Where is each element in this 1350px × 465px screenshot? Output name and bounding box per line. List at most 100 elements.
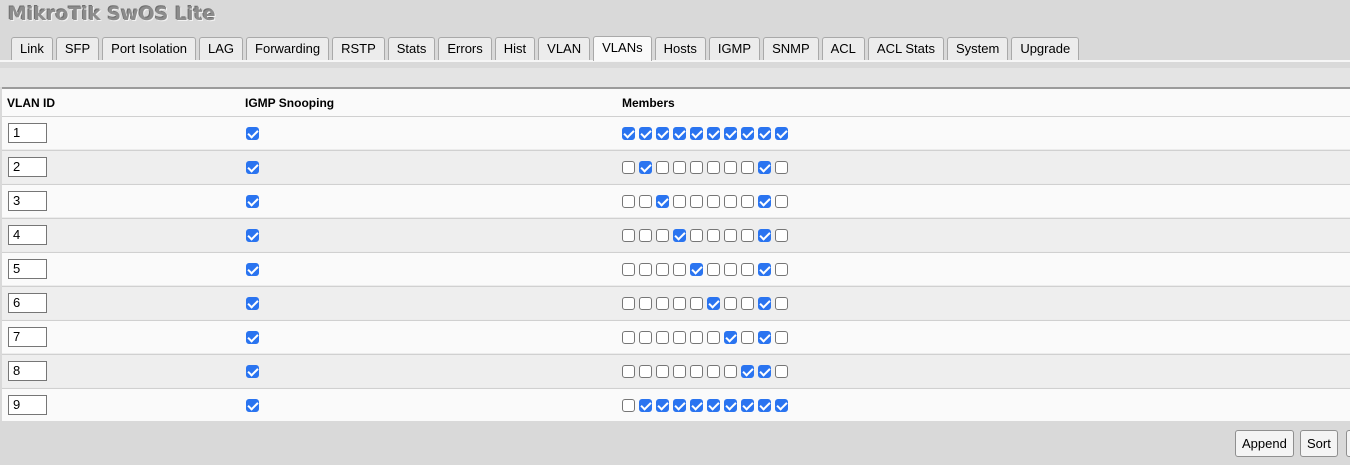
member-port-3-checkbox[interactable] bbox=[656, 263, 669, 276]
tab-upgrade[interactable]: Upgrade bbox=[1011, 37, 1080, 60]
member-port-7-checkbox[interactable] bbox=[724, 399, 737, 412]
member-port-1-checkbox[interactable] bbox=[622, 297, 635, 310]
igmp-snooping-checkbox[interactable] bbox=[246, 297, 259, 310]
member-port-4-checkbox[interactable] bbox=[673, 229, 686, 242]
member-port-4-checkbox[interactable] bbox=[673, 263, 686, 276]
tab-errors[interactable]: Errors bbox=[438, 37, 492, 60]
tab-link[interactable]: Link bbox=[11, 37, 53, 60]
vlan-id-input[interactable]: 2 bbox=[8, 157, 47, 177]
member-port-7-checkbox[interactable] bbox=[724, 161, 737, 174]
member-port-1-checkbox[interactable] bbox=[622, 399, 635, 412]
member-port-4-checkbox[interactable] bbox=[673, 297, 686, 310]
member-port-4-checkbox[interactable] bbox=[673, 127, 686, 140]
member-port-2-checkbox[interactable] bbox=[639, 399, 652, 412]
igmp-snooping-checkbox[interactable] bbox=[246, 365, 259, 378]
member-port-9-checkbox[interactable] bbox=[758, 297, 771, 310]
member-port-6-checkbox[interactable] bbox=[707, 399, 720, 412]
member-port-5-checkbox[interactable] bbox=[690, 195, 703, 208]
member-port-10-checkbox[interactable] bbox=[775, 161, 788, 174]
member-port-5-checkbox[interactable] bbox=[690, 127, 703, 140]
vlan-id-input[interactable]: 9 bbox=[8, 395, 47, 415]
member-port-3-checkbox[interactable] bbox=[656, 399, 669, 412]
tab-acl[interactable]: ACL bbox=[821, 37, 865, 60]
member-port-4-checkbox[interactable] bbox=[673, 195, 686, 208]
member-port-8-checkbox[interactable] bbox=[741, 399, 754, 412]
member-port-8-checkbox[interactable] bbox=[741, 127, 754, 140]
member-port-7-checkbox[interactable] bbox=[724, 127, 737, 140]
member-port-9-checkbox[interactable] bbox=[758, 161, 771, 174]
member-port-8-checkbox[interactable] bbox=[741, 263, 754, 276]
igmp-snooping-checkbox[interactable] bbox=[246, 229, 259, 242]
vlan-id-input[interactable]: 3 bbox=[8, 191, 47, 211]
vlan-id-input[interactable]: 4 bbox=[8, 225, 47, 245]
member-port-8-checkbox[interactable] bbox=[741, 297, 754, 310]
member-port-10-checkbox[interactable] bbox=[775, 297, 788, 310]
member-port-3-checkbox[interactable] bbox=[656, 297, 669, 310]
tab-system[interactable]: System bbox=[946, 37, 1009, 60]
igmp-snooping-checkbox[interactable] bbox=[246, 331, 259, 344]
member-port-10-checkbox[interactable] bbox=[775, 127, 788, 140]
member-port-2-checkbox[interactable] bbox=[639, 365, 652, 378]
tab-forwarding[interactable]: Forwarding bbox=[246, 37, 330, 60]
member-port-6-checkbox[interactable] bbox=[707, 229, 720, 242]
member-port-4-checkbox[interactable] bbox=[673, 331, 686, 344]
member-port-9-checkbox[interactable] bbox=[758, 127, 771, 140]
member-port-4-checkbox[interactable] bbox=[673, 399, 686, 412]
member-port-9-checkbox[interactable] bbox=[758, 365, 771, 378]
tab-port-isolation[interactable]: Port Isolation bbox=[102, 37, 197, 60]
member-port-2-checkbox[interactable] bbox=[639, 161, 652, 174]
member-port-9-checkbox[interactable] bbox=[758, 229, 771, 242]
tab-snmp[interactable]: SNMP bbox=[763, 37, 819, 60]
partial-button[interactable] bbox=[1346, 430, 1350, 457]
member-port-5-checkbox[interactable] bbox=[690, 331, 703, 344]
member-port-6-checkbox[interactable] bbox=[707, 263, 720, 276]
member-port-6-checkbox[interactable] bbox=[707, 297, 720, 310]
tab-hist[interactable]: Hist bbox=[494, 37, 536, 60]
tab-rstp[interactable]: RSTP bbox=[332, 37, 385, 60]
igmp-snooping-checkbox[interactable] bbox=[246, 399, 259, 412]
tab-igmp[interactable]: IGMP bbox=[708, 37, 761, 60]
member-port-7-checkbox[interactable] bbox=[724, 263, 737, 276]
member-port-2-checkbox[interactable] bbox=[639, 127, 652, 140]
member-port-3-checkbox[interactable] bbox=[656, 365, 669, 378]
member-port-2-checkbox[interactable] bbox=[639, 195, 652, 208]
member-port-1-checkbox[interactable] bbox=[622, 161, 635, 174]
vlan-id-input[interactable]: 1 bbox=[8, 123, 47, 143]
member-port-5-checkbox[interactable] bbox=[690, 365, 703, 378]
member-port-10-checkbox[interactable] bbox=[775, 399, 788, 412]
member-port-8-checkbox[interactable] bbox=[741, 195, 754, 208]
member-port-3-checkbox[interactable] bbox=[656, 195, 669, 208]
member-port-3-checkbox[interactable] bbox=[656, 331, 669, 344]
tab-vlan[interactable]: VLAN bbox=[538, 37, 591, 60]
member-port-8-checkbox[interactable] bbox=[741, 365, 754, 378]
igmp-snooping-checkbox[interactable] bbox=[246, 127, 259, 140]
vlan-id-input[interactable]: 6 bbox=[8, 293, 47, 313]
member-port-3-checkbox[interactable] bbox=[656, 229, 669, 242]
member-port-10-checkbox[interactable] bbox=[775, 331, 788, 344]
member-port-8-checkbox[interactable] bbox=[741, 331, 754, 344]
member-port-2-checkbox[interactable] bbox=[639, 229, 652, 242]
member-port-5-checkbox[interactable] bbox=[690, 297, 703, 310]
member-port-7-checkbox[interactable] bbox=[724, 365, 737, 378]
member-port-6-checkbox[interactable] bbox=[707, 195, 720, 208]
tab-hosts[interactable]: Hosts bbox=[654, 37, 706, 60]
member-port-9-checkbox[interactable] bbox=[758, 195, 771, 208]
member-port-7-checkbox[interactable] bbox=[724, 195, 737, 208]
member-port-6-checkbox[interactable] bbox=[707, 127, 720, 140]
member-port-1-checkbox[interactable] bbox=[622, 195, 635, 208]
member-port-1-checkbox[interactable] bbox=[622, 263, 635, 276]
member-port-10-checkbox[interactable] bbox=[775, 229, 788, 242]
tab-vlans[interactable]: VLANs bbox=[593, 36, 652, 61]
sort-button[interactable]: Sort bbox=[1300, 430, 1338, 457]
member-port-7-checkbox[interactable] bbox=[724, 229, 737, 242]
member-port-1-checkbox[interactable] bbox=[622, 331, 635, 344]
member-port-8-checkbox[interactable] bbox=[741, 229, 754, 242]
vlan-id-input[interactable]: 7 bbox=[8, 327, 47, 347]
member-port-5-checkbox[interactable] bbox=[690, 399, 703, 412]
member-port-10-checkbox[interactable] bbox=[775, 365, 788, 378]
member-port-9-checkbox[interactable] bbox=[758, 263, 771, 276]
member-port-1-checkbox[interactable] bbox=[622, 127, 635, 140]
member-port-6-checkbox[interactable] bbox=[707, 331, 720, 344]
member-port-2-checkbox[interactable] bbox=[639, 263, 652, 276]
member-port-5-checkbox[interactable] bbox=[690, 229, 703, 242]
